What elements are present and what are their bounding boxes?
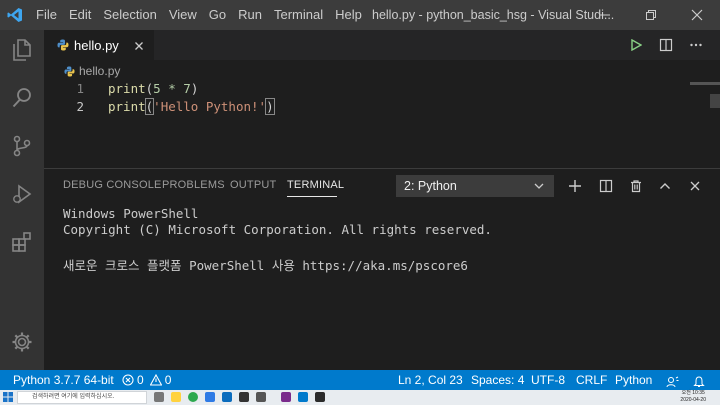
menu-terminal[interactable]: Terminal xyxy=(268,0,329,30)
tab-output[interactable]: OUTPUT xyxy=(230,179,276,191)
code-line: 1 print(5 * 7) xyxy=(44,80,644,98)
warning-icon xyxy=(149,374,162,386)
file-explorer-icon[interactable] xyxy=(171,392,181,402)
explorer-icon[interactable] xyxy=(0,30,44,70)
end-of-line[interactable]: CRLF xyxy=(576,370,607,390)
python-interpreter[interactable]: Python 3.7.7 64-bit xyxy=(13,370,114,390)
string-literal: 'Hello Python!' xyxy=(153,99,267,114)
tab-hello-py[interactable]: hello.py xyxy=(44,30,154,60)
status-bar: Python 3.7.7 64-bit 0 0 Ln 2, Col 23 Spa… xyxy=(0,370,720,390)
search-icon[interactable] xyxy=(0,78,44,118)
python-file-icon xyxy=(57,39,69,51)
restore-button[interactable] xyxy=(628,0,674,30)
task-view-icon[interactable] xyxy=(154,392,164,402)
close-paren: ) xyxy=(190,81,199,96)
chrome-icon[interactable] xyxy=(188,392,198,402)
terminal-output-line: Copyright (C) Microsoft Corporation. All… xyxy=(63,222,492,237)
app-icon[interactable] xyxy=(281,392,291,402)
tab-debug-console[interactable]: DEBUG CONSOLE xyxy=(63,179,162,191)
problems-summary[interactable]: 0 0 xyxy=(122,370,171,390)
store-icon[interactable] xyxy=(222,392,232,402)
vscode-taskbar-icon[interactable] xyxy=(298,392,308,402)
activity-bar xyxy=(0,30,44,370)
windows-start-icon[interactable] xyxy=(3,392,13,402)
minimize-button[interactable] xyxy=(582,0,628,30)
window-title: hello.py - python_basic_hsg - Visual Stu… xyxy=(372,8,615,22)
warning-count: 0 xyxy=(164,373,172,387)
extensions-icon[interactable] xyxy=(0,222,44,262)
taskbar-search-input[interactable]: 검색하려면 여기에 입력하십시오. xyxy=(17,391,147,404)
terminal-taskbar-icon[interactable] xyxy=(315,392,325,402)
code-editor[interactable]: 1 print(5 * 7) 2 print('Hello Python!') xyxy=(44,80,720,168)
tab-problems[interactable]: PROBLEMS xyxy=(162,179,225,191)
run-python-file-icon[interactable] xyxy=(626,35,646,55)
menu-edit[interactable]: Edit xyxy=(63,0,97,30)
vscode-logo-icon xyxy=(0,0,30,30)
menu-view[interactable]: View xyxy=(163,0,203,30)
menu-help[interactable]: Help xyxy=(329,0,368,30)
split-terminal-icon[interactable] xyxy=(596,176,616,196)
close-window-button[interactable] xyxy=(674,0,720,30)
windows-taskbar: 검색하려면 여기에 입력하십시오. 오전 10:35 2020-04-20 xyxy=(0,390,720,405)
terminal-selector-value: 2: Python xyxy=(404,179,457,193)
indentation[interactable]: Spaces: 4 xyxy=(471,370,524,390)
close-icon[interactable] xyxy=(132,38,146,52)
close-paren: ) xyxy=(265,98,275,115)
function-name: print xyxy=(108,81,146,96)
bottom-panel: DEBUG CONSOLE PROBLEMS OUTPUT TERMINAL 2… xyxy=(44,168,720,370)
editor-scrollbar[interactable] xyxy=(710,94,720,108)
encoding[interactable]: UTF-8 xyxy=(531,370,565,390)
edge-icon[interactable] xyxy=(205,392,215,402)
more-actions-icon[interactable] xyxy=(686,35,706,55)
clock-date: 2020-04-20 xyxy=(680,397,706,403)
clock-time: 오전 10:35 xyxy=(681,390,705,396)
new-terminal-icon[interactable] xyxy=(565,176,585,196)
minimap[interactable] xyxy=(690,82,720,85)
breadcrumb-file[interactable]: hello.py xyxy=(79,64,120,78)
title-bar: File Edit Selection View Go Run Terminal… xyxy=(0,0,720,30)
system-clock[interactable]: 오전 10:35 2020-04-20 xyxy=(680,390,706,404)
app-icon[interactable] xyxy=(256,392,266,402)
menu-run[interactable]: Run xyxy=(232,0,268,30)
menu-selection[interactable]: Selection xyxy=(97,0,162,30)
run-debug-icon[interactable] xyxy=(0,174,44,214)
tab-terminal[interactable]: TERMINAL xyxy=(287,179,344,191)
tab-label: hello.py xyxy=(74,37,119,53)
terminal-output-line: Windows PowerShell xyxy=(63,206,199,221)
settings-gear-icon[interactable] xyxy=(0,322,44,362)
terminal-selector[interactable]: 2: Python xyxy=(396,175,554,197)
line-number: 1 xyxy=(76,81,84,96)
app-icon[interactable] xyxy=(239,392,249,402)
language-mode[interactable]: Python xyxy=(615,370,652,390)
cursor-position[interactable]: Ln 2, Col 23 xyxy=(398,370,463,390)
python-file-icon xyxy=(64,65,75,77)
error-count: 0 xyxy=(137,373,144,387)
menu-file[interactable]: File xyxy=(30,0,63,30)
menu-bar: File Edit Selection View Go Run Terminal… xyxy=(30,0,368,30)
code-line: 2 print('Hello Python!') xyxy=(44,98,644,116)
menu-go[interactable]: Go xyxy=(203,0,232,30)
breadcrumb: hello.py xyxy=(44,60,720,82)
active-tab-indicator xyxy=(287,196,337,197)
line-number: 2 xyxy=(76,99,84,114)
chevron-down-icon xyxy=(532,179,546,193)
terminal-output-line: 새로운 크로스 플랫폼 PowerShell 사용 https://aka.ms… xyxy=(63,258,468,273)
function-name: print xyxy=(108,99,146,114)
source-control-icon[interactable] xyxy=(0,126,44,166)
split-editor-icon[interactable] xyxy=(656,35,676,55)
close-panel-icon[interactable] xyxy=(685,176,705,196)
expression: 5 * 7 xyxy=(153,81,191,96)
maximize-panel-icon[interactable] xyxy=(655,176,675,196)
editor-tab-bar: hello.py xyxy=(44,30,720,60)
text-cursor xyxy=(273,99,275,114)
trash-icon[interactable] xyxy=(626,176,646,196)
error-icon xyxy=(122,374,134,386)
